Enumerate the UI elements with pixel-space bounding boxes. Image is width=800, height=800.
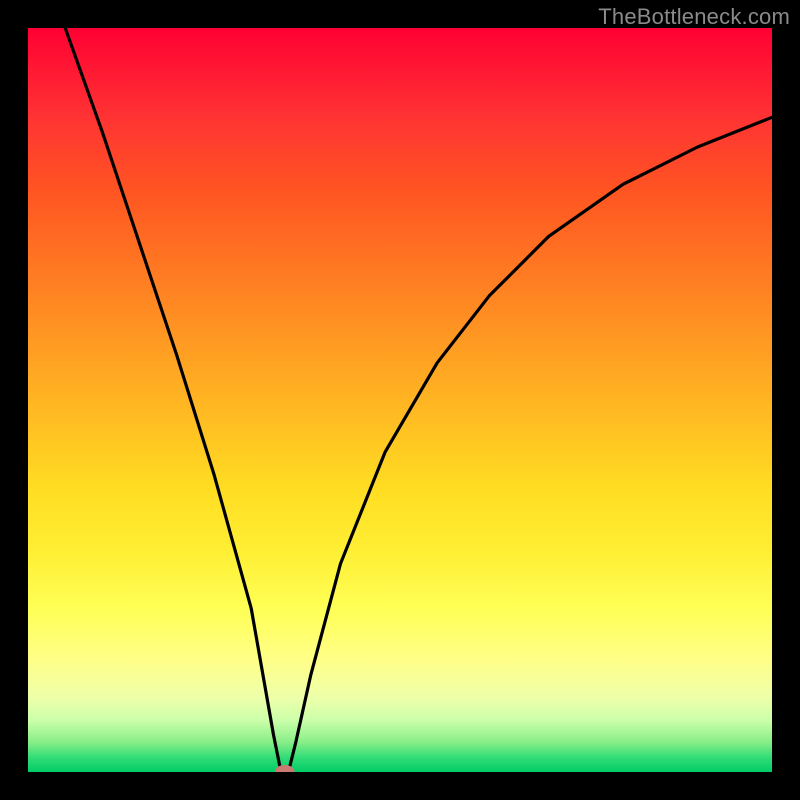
chart-frame: TheBottleneck.com	[0, 0, 800, 800]
watermark-text: TheBottleneck.com	[598, 4, 790, 30]
minimum-marker	[275, 765, 295, 772]
plot-area	[28, 28, 772, 772]
bottleneck-curve	[65, 28, 772, 772]
curve-layer	[28, 28, 772, 772]
